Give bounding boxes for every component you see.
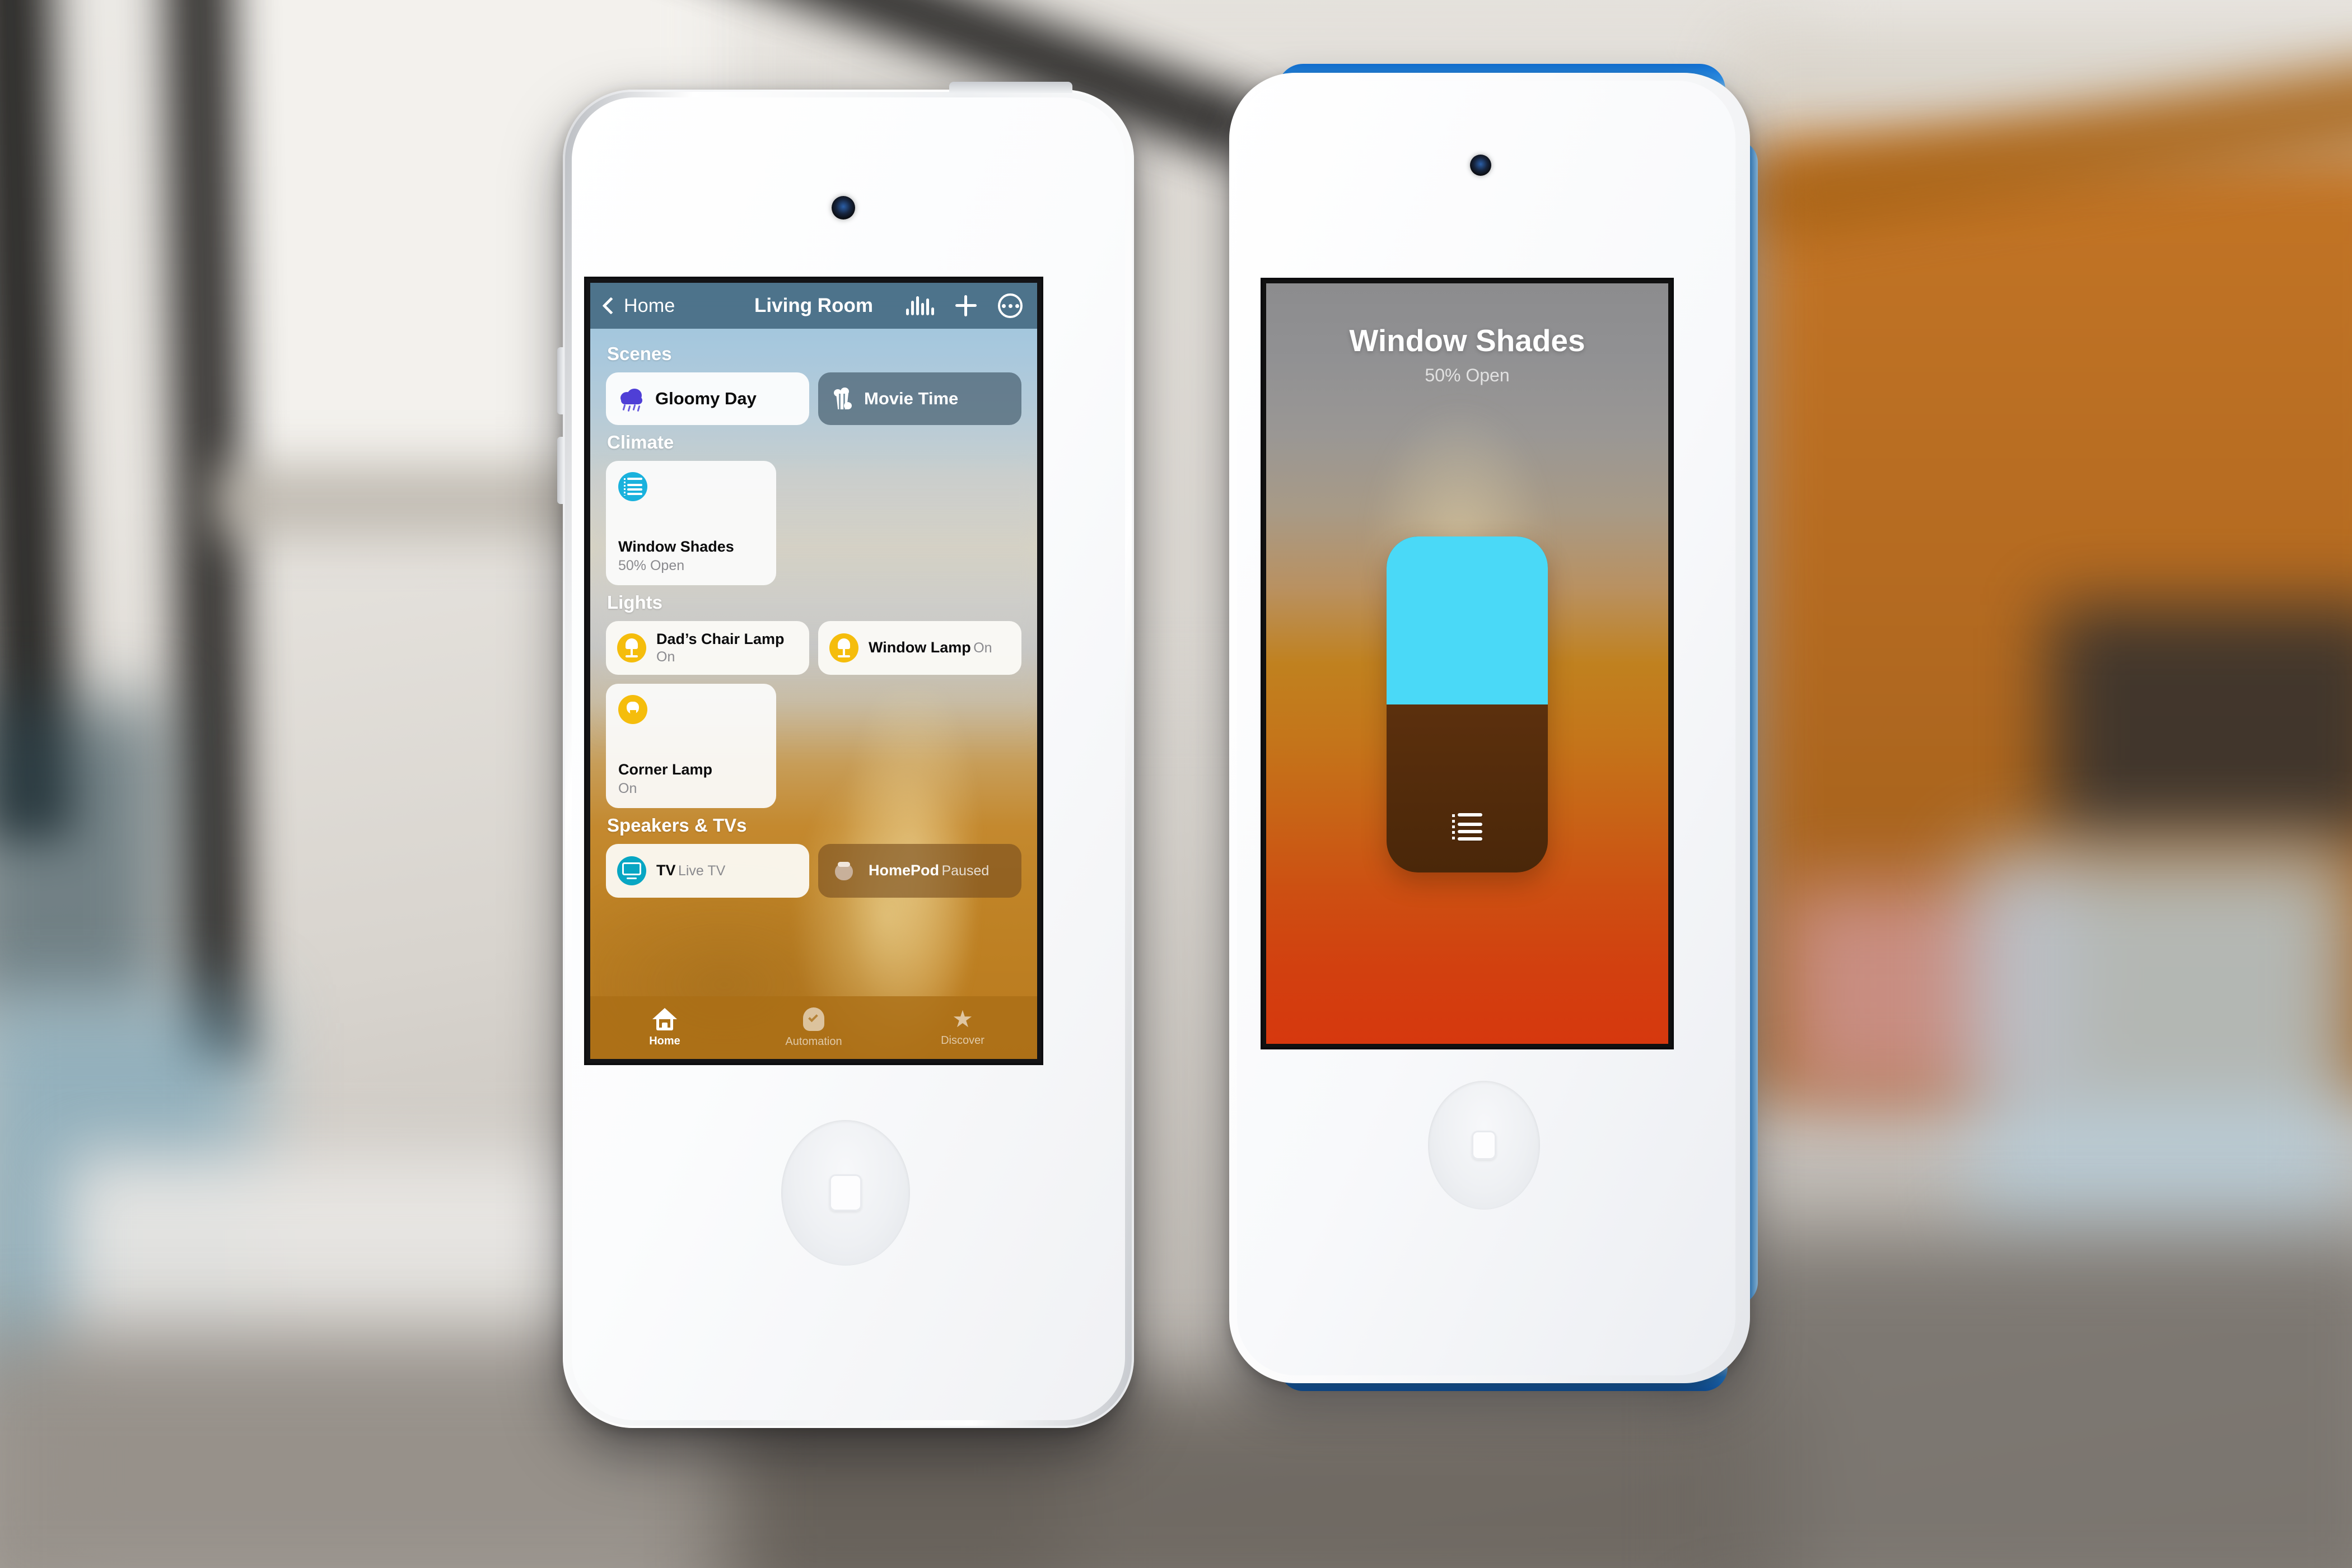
window-shades-detail-view: Window Shades 50% Open: [1266, 283, 1668, 1044]
home-button[interactable]: [781, 1120, 910, 1266]
tab-label: Discover: [941, 1034, 984, 1047]
accessory-name: HomePod: [869, 862, 940, 879]
background-dark-object: [2050, 605, 2352, 840]
section-title-speakers-tvs: Speakers & TVs: [607, 815, 747, 836]
back-button[interactable]: Home: [602, 295, 675, 317]
accessory-state: On: [973, 640, 992, 656]
accessory-state: Paused: [941, 863, 990, 879]
background-left-accent: [0, 700, 168, 1014]
star-icon: ★: [952, 1005, 973, 1032]
left-screen: Home Living Room Scenes Gloomy Day Movie…: [586, 279, 1041, 1063]
accessory-state: Live TV: [678, 863, 726, 879]
accessory-tile-dads-chair-lamp[interactable]: Dad’s Chair Lamp On: [606, 621, 809, 675]
tab-label: Automation: [785, 1035, 842, 1048]
section-title-climate: Climate: [607, 432, 674, 452]
tab-home[interactable]: Home: [590, 1007, 739, 1048]
more-circle-icon[interactable]: [998, 293, 1023, 318]
scene-label: Movie Time: [864, 389, 959, 408]
volume-buttons[interactable]: [557, 347, 564, 515]
speakers-row: TV Live TV HomePod Paused: [606, 844, 1021, 898]
window-blinds-icon: [1451, 813, 1483, 843]
table-lamp-icon: [617, 633, 646, 662]
accessory-tile-window-lamp[interactable]: Window Lamp On: [818, 621, 1021, 675]
lights-row-1: Dad’s Chair Lamp On Window Lamp On: [606, 621, 1021, 675]
accessory-name: Window Shades: [618, 538, 734, 556]
section-title-scenes: Scenes: [607, 343, 672, 364]
accessory-name: Window Lamp: [869, 639, 971, 656]
popcorn-icon: [832, 387, 853, 410]
tab-automation[interactable]: Automation: [739, 1007, 888, 1048]
scenes-row: Gloomy Day Movie Time: [606, 372, 1021, 425]
tab-bar: Home Automation ★ Discover: [590, 996, 1037, 1059]
tab-label: Home: [649, 1034, 680, 1047]
home-button-glyph: [829, 1174, 862, 1211]
detail-subtitle: 50% Open: [1425, 365, 1510, 385]
scene-tile-gloomy-day[interactable]: Gloomy Day: [606, 372, 809, 425]
accessory-tile-corner-lamp[interactable]: Corner Lamp On: [606, 684, 776, 808]
accessory-state: On: [618, 781, 637, 796]
scene-label: Gloomy Day: [655, 389, 757, 408]
climate-row: Window Shades 50% Open: [606, 461, 1021, 585]
scene-tile-movie-time[interactable]: Movie Time: [818, 372, 1021, 425]
television-icon: [617, 856, 646, 885]
audio-waveform-icon[interactable]: [906, 296, 934, 315]
back-button-label: Home: [624, 295, 675, 316]
accessory-state: 50% Open: [618, 558, 685, 573]
navigation-bar: Home Living Room: [590, 283, 1037, 329]
slider-fill: [1387, 536, 1548, 704]
right-screen: Window Shades 50% Open: [1263, 280, 1672, 1047]
rain-cloud-icon: [619, 386, 644, 412]
window-blinds-icon: [618, 472, 647, 501]
room-scroll-area[interactable]: Scenes Gloomy Day Movie Time Climate Win…: [590, 329, 1037, 965]
front-camera-icon: [832, 196, 855, 220]
lights-row-2: Corner Lamp On: [606, 684, 1021, 808]
accessory-tile-tv[interactable]: TV Live TV: [606, 844, 809, 898]
home-button[interactable]: [1428, 1081, 1540, 1210]
blurred-room-background: [0, 0, 2352, 1568]
accessory-name: TV: [656, 862, 676, 879]
power-button[interactable]: [949, 82, 1072, 93]
chevron-left-icon: [602, 297, 620, 315]
plus-icon[interactable]: [955, 295, 977, 316]
accessory-state: On: [656, 648, 675, 665]
accessory-tile-homepod[interactable]: HomePod Paused: [818, 844, 1021, 898]
window-shades-slider[interactable]: [1387, 536, 1548, 872]
detail-title: Window Shades: [1349, 323, 1585, 358]
automation-icon: [803, 1007, 824, 1031]
front-camera-icon: [1470, 155, 1491, 176]
table-lamp-icon: [829, 633, 858, 662]
house-icon: [652, 1007, 677, 1030]
homepod-icon: [829, 856, 858, 885]
background-floor: [1708, 1232, 2352, 1568]
section-title-lights: Lights: [607, 592, 662, 613]
accessory-name: Dad’s Chair Lamp: [656, 631, 785, 648]
accessory-name: Corner Lamp: [618, 761, 713, 778]
tab-discover[interactable]: ★ Discover: [888, 1005, 1037, 1047]
accessory-tile-window-shades[interactable]: Window Shades 50% Open: [606, 461, 776, 585]
pendant-lamp-icon: [618, 695, 647, 724]
navbar-actions: [906, 293, 1023, 318]
background-chair: [1971, 851, 2352, 1243]
home-app-room-view: Home Living Room Scenes Gloomy Day Movie…: [590, 283, 1037, 1059]
device-right-ipod-touch: Window Shades 50% Open: [1229, 64, 1758, 1391]
home-button-glyph: [1472, 1131, 1496, 1160]
device-left-ipod-touch: Home Living Room Scenes Gloomy Day Movie…: [557, 82, 1134, 1428]
